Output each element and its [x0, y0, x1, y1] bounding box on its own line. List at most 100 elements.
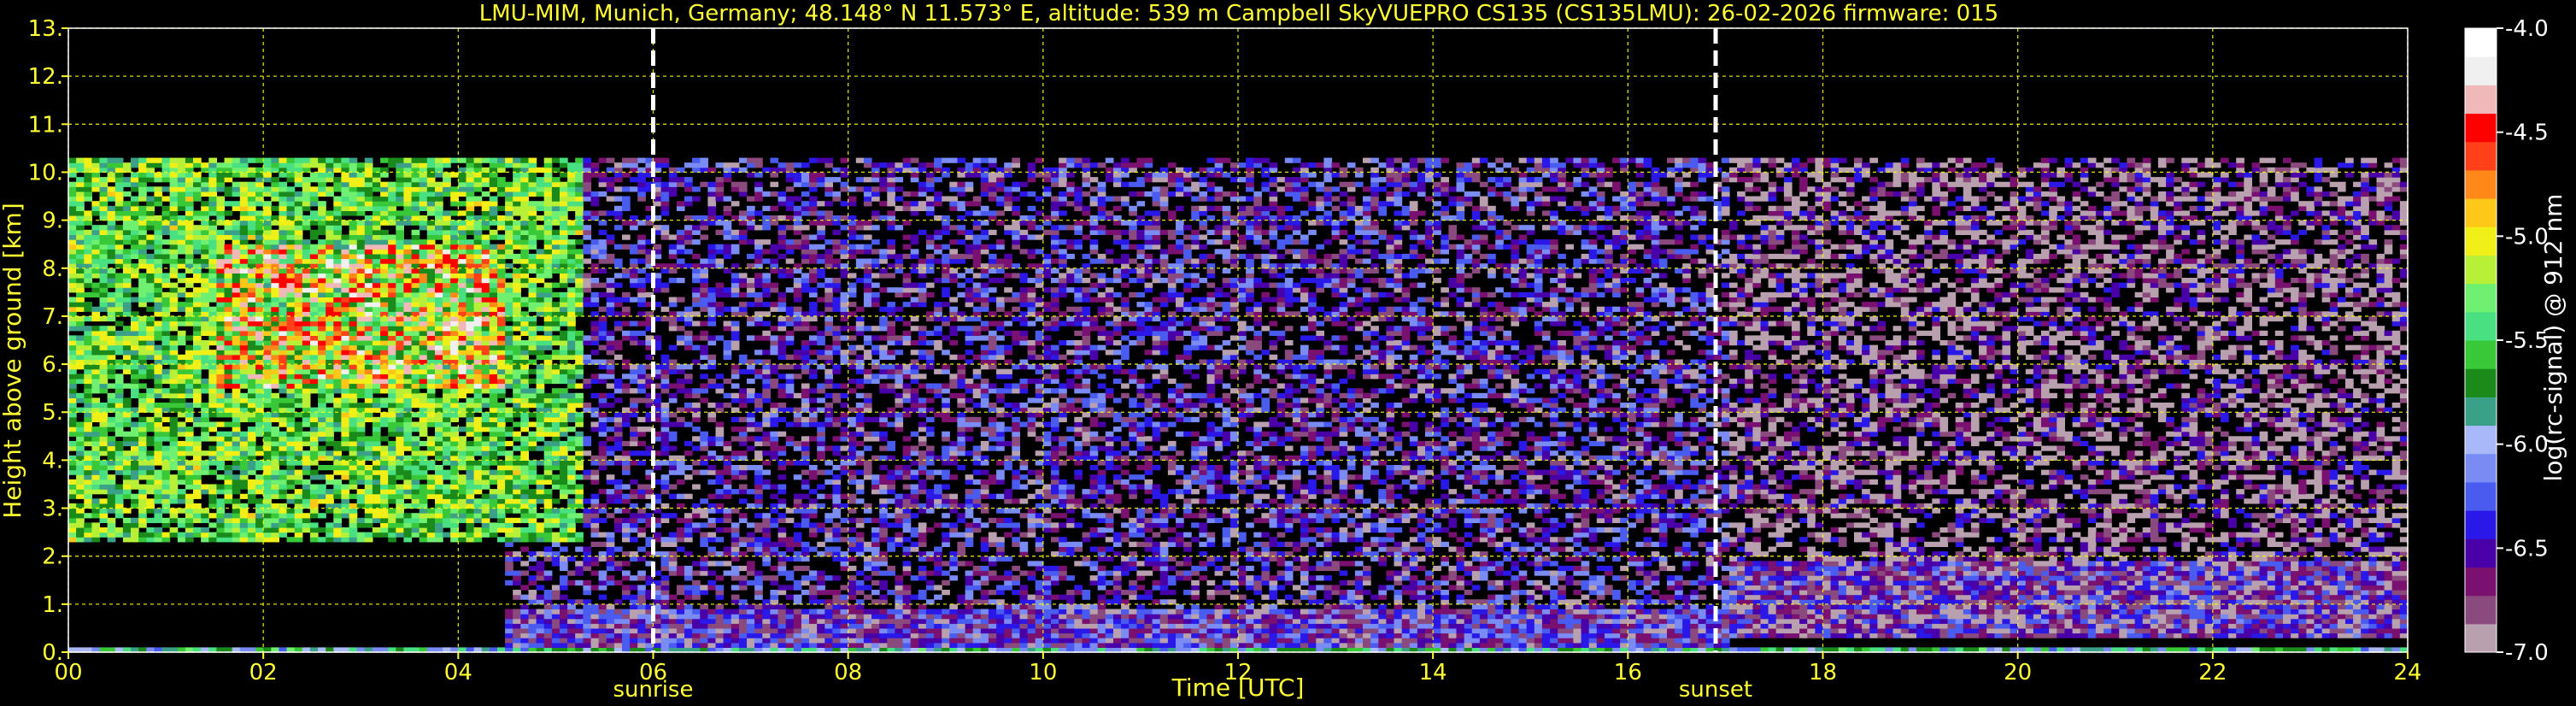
- heatmap-cell: [279, 355, 287, 360]
- heatmap-cell: [255, 230, 264, 235]
- heatmap-cell: [240, 225, 249, 230]
- heatmap-cell: [552, 177, 560, 182]
- heatmap-cell: [333, 470, 342, 475]
- heatmap-cell: [560, 379, 568, 384]
- heatmap-cell: [466, 450, 475, 456]
- heatmap-cell: [232, 374, 241, 379]
- heatmap-cell: [412, 186, 420, 191]
- heatmap-cell: [279, 287, 287, 292]
- heatmap-cell: [450, 335, 459, 340]
- heatmap-cell: [373, 326, 381, 331]
- heatmap-cell: [240, 331, 249, 336]
- heatmap-cell: [497, 316, 506, 321]
- heatmap-cell: [412, 191, 420, 197]
- heatmap-cell: [365, 397, 373, 403]
- heatmap-cell: [76, 316, 85, 321]
- heatmap-cell: [357, 489, 366, 494]
- heatmap-cell: [115, 513, 124, 518]
- heatmap-cell: [123, 417, 132, 422]
- heatmap-cell: [216, 379, 225, 384]
- heatmap-cell: [427, 162, 436, 168]
- heatmap-cell: [100, 527, 109, 532]
- heatmap-cell: [560, 412, 568, 417]
- heatmap-cell: [201, 177, 209, 182]
- heatmap-cell: [76, 158, 85, 163]
- heatmap-cell: [76, 197, 85, 202]
- heatmap-cell: [466, 446, 475, 451]
- heatmap-cell: [76, 230, 85, 235]
- heatmap-cell: [287, 302, 296, 307]
- heatmap-cell: [490, 532, 498, 538]
- heatmap-cell: [333, 210, 342, 215]
- heatmap-cell: [76, 206, 85, 211]
- heatmap-cell: [263, 403, 272, 408]
- heatmap-cell: [123, 239, 132, 244]
- heatmap-cell: [115, 379, 124, 384]
- heatmap-cell: [310, 384, 319, 389]
- heatmap-cell: [427, 244, 436, 250]
- heatmap-cell: [380, 417, 389, 422]
- heatmap-cell: [420, 369, 428, 374]
- heatmap-cell: [466, 331, 475, 336]
- heatmap-cell: [520, 316, 529, 321]
- heatmap-cell: [287, 350, 296, 355]
- heatmap-cell: [193, 474, 202, 479]
- heatmap-cell: [403, 302, 412, 307]
- heatmap-cell: [544, 283, 553, 288]
- heatmap-cell: [505, 369, 513, 374]
- heatmap-cell: [193, 489, 202, 494]
- heatmap-cell: [497, 268, 506, 274]
- heatmap-cell: [162, 494, 171, 499]
- heatmap-cell: [458, 273, 466, 278]
- heatmap-cell: [482, 450, 490, 456]
- heatmap-cell: [583, 556, 591, 562]
- heatmap-cell: [474, 326, 483, 331]
- heatmap-cell: [513, 623, 521, 628]
- heatmap-cell: [170, 292, 179, 297]
- heatmap-cell: [513, 446, 521, 451]
- heatmap-cell: [591, 628, 600, 633]
- heatmap-cell: [201, 513, 209, 518]
- heatmap-cell: [154, 297, 162, 303]
- heatmap-cell: [560, 221, 568, 226]
- heatmap-cell: [575, 436, 584, 441]
- heatmap-cell: [357, 474, 366, 479]
- heatmap-cell: [255, 321, 264, 327]
- heatmap-cell: [68, 364, 77, 369]
- heatmap-cell: [458, 230, 466, 235]
- heatmap-cell: [333, 485, 342, 490]
- heatmap-cell: [333, 446, 342, 451]
- heatmap-cell: [91, 335, 100, 340]
- heatmap-cell: [333, 221, 342, 226]
- heatmap-cell: [575, 239, 584, 244]
- heatmap-cell: [443, 417, 451, 422]
- heatmap-cell: [552, 326, 560, 331]
- heatmap-cell: [225, 287, 233, 292]
- heatmap-cell: [365, 331, 373, 336]
- heatmap-cell: [380, 350, 389, 355]
- heatmap-cell: [396, 374, 404, 379]
- heatmap-cell: [567, 384, 576, 389]
- heatmap-cell: [443, 522, 451, 527]
- heatmap-cell: [341, 340, 349, 345]
- heatmap-cell: [302, 331, 311, 336]
- heatmap-cell: [232, 249, 241, 254]
- heatmap-cell: [450, 259, 459, 264]
- heatmap-cell: [131, 388, 139, 393]
- heatmap-cell: [403, 485, 412, 490]
- heatmap-cell: [255, 197, 264, 202]
- heatmap-cell: [560, 162, 568, 168]
- heatmap-cell: [302, 364, 311, 369]
- heatmap-cell: [560, 422, 568, 427]
- heatmap-cell: [567, 436, 576, 441]
- heatmap-cell: [201, 384, 209, 389]
- heatmap-cell: [84, 345, 92, 350]
- heatmap-cell: [380, 259, 389, 264]
- heatmap-cell: [146, 162, 155, 168]
- heatmap-cell: [178, 331, 186, 336]
- heatmap-cell: [505, 350, 513, 355]
- heatmap-cell: [302, 465, 311, 470]
- heatmap-cell: [295, 307, 303, 312]
- heatmap-cell: [583, 177, 591, 182]
- heatmap-cell: [193, 364, 202, 369]
